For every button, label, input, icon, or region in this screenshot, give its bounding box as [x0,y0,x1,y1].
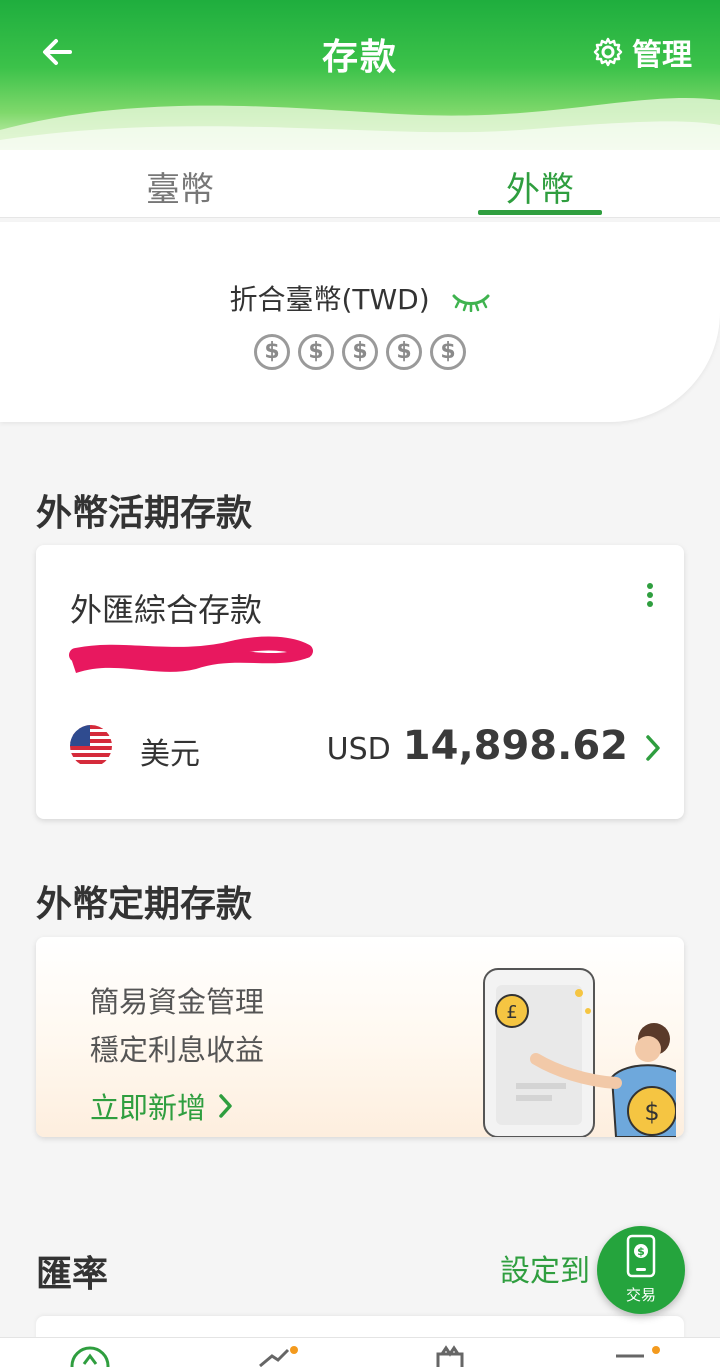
summary-row: 折合臺幣(TWD) [0,278,720,318]
tab-twd[interactable]: 臺幣 [0,150,360,217]
nav-invest-icon[interactable] [256,1344,298,1367]
manage-button[interactable]: 管理 [592,30,692,74]
gear-icon [593,37,623,67]
masked-coin-icon: $ [298,334,334,370]
promo-line-1: 簡易資金管理 [90,985,265,1019]
header-wave [0,97,720,150]
tab-foreign[interactable]: 外幣 [360,150,720,217]
account-name: 外匯綜合存款 [70,591,263,629]
time-deposit-promo-card[interactable]: 簡易資金管理 穩定利息收益 立即新增 £ $ [36,937,684,1137]
fab-label: 交易 [625,1286,656,1304]
currency-name: 美元 [140,737,200,772]
bottom-navigation [0,1337,720,1367]
masked-coin-icon: $ [430,334,466,370]
rate-setting-link[interactable]: 設定到 [500,1246,590,1290]
transaction-fab[interactable]: $ 交易 [597,1226,685,1314]
balance: USD 14,898.62 [327,723,628,769]
balance-amount: 14,898.62 [402,723,628,769]
redaction-mark [69,636,313,673]
nav-home-icon[interactable] [70,1344,110,1367]
us-flag-icon [70,725,112,767]
notification-dot [290,1346,298,1354]
svg-text:£: £ [506,1002,517,1023]
time-section-title: 外幣定期存款 [36,884,253,925]
chevron-right-icon [219,1094,232,1118]
app-header: 存款 管理 [0,0,720,150]
notification-dot [652,1346,660,1354]
phone-money-icon: $ [626,1234,656,1278]
currency-tabs: 臺幣 外幣 [0,150,720,218]
svg-text:$: $ [637,1245,645,1258]
masked-coin-icon: $ [342,334,378,370]
masked-amount: $ $ $ $ $ [0,334,720,370]
nav-menu-icon[interactable] [610,1344,660,1367]
summary-label: 折合臺幣(TWD) [229,283,430,316]
savings-illustration: £ $ [483,968,676,1137]
demand-section-title: 外幣活期存款 [36,493,253,534]
add-new-link[interactable]: 立即新增 [90,1085,234,1127]
masked-coin-icon: $ [254,334,290,370]
exchange-rate-title: 匯率 [36,1254,109,1295]
currency-code: USD [326,732,391,767]
promo-line-2: 穩定利息收益 [90,1033,265,1067]
chevron-right-icon[interactable] [644,733,662,763]
demand-account-card[interactable]: 外匯綜合存款 美元 USD 14,898.62 [36,545,684,819]
add-new-label: 立即新增 [90,1091,207,1125]
manage-label: 管理 [632,38,692,73]
eye-closed-icon[interactable] [451,290,491,312]
masked-coin-icon: $ [386,334,422,370]
more-options-icon[interactable] [644,583,656,617]
nav-gift-icon[interactable] [430,1344,470,1367]
balance-summary: 折合臺幣(TWD) $ $ $ $ $ [0,222,720,422]
svg-text:$: $ [644,1098,659,1126]
